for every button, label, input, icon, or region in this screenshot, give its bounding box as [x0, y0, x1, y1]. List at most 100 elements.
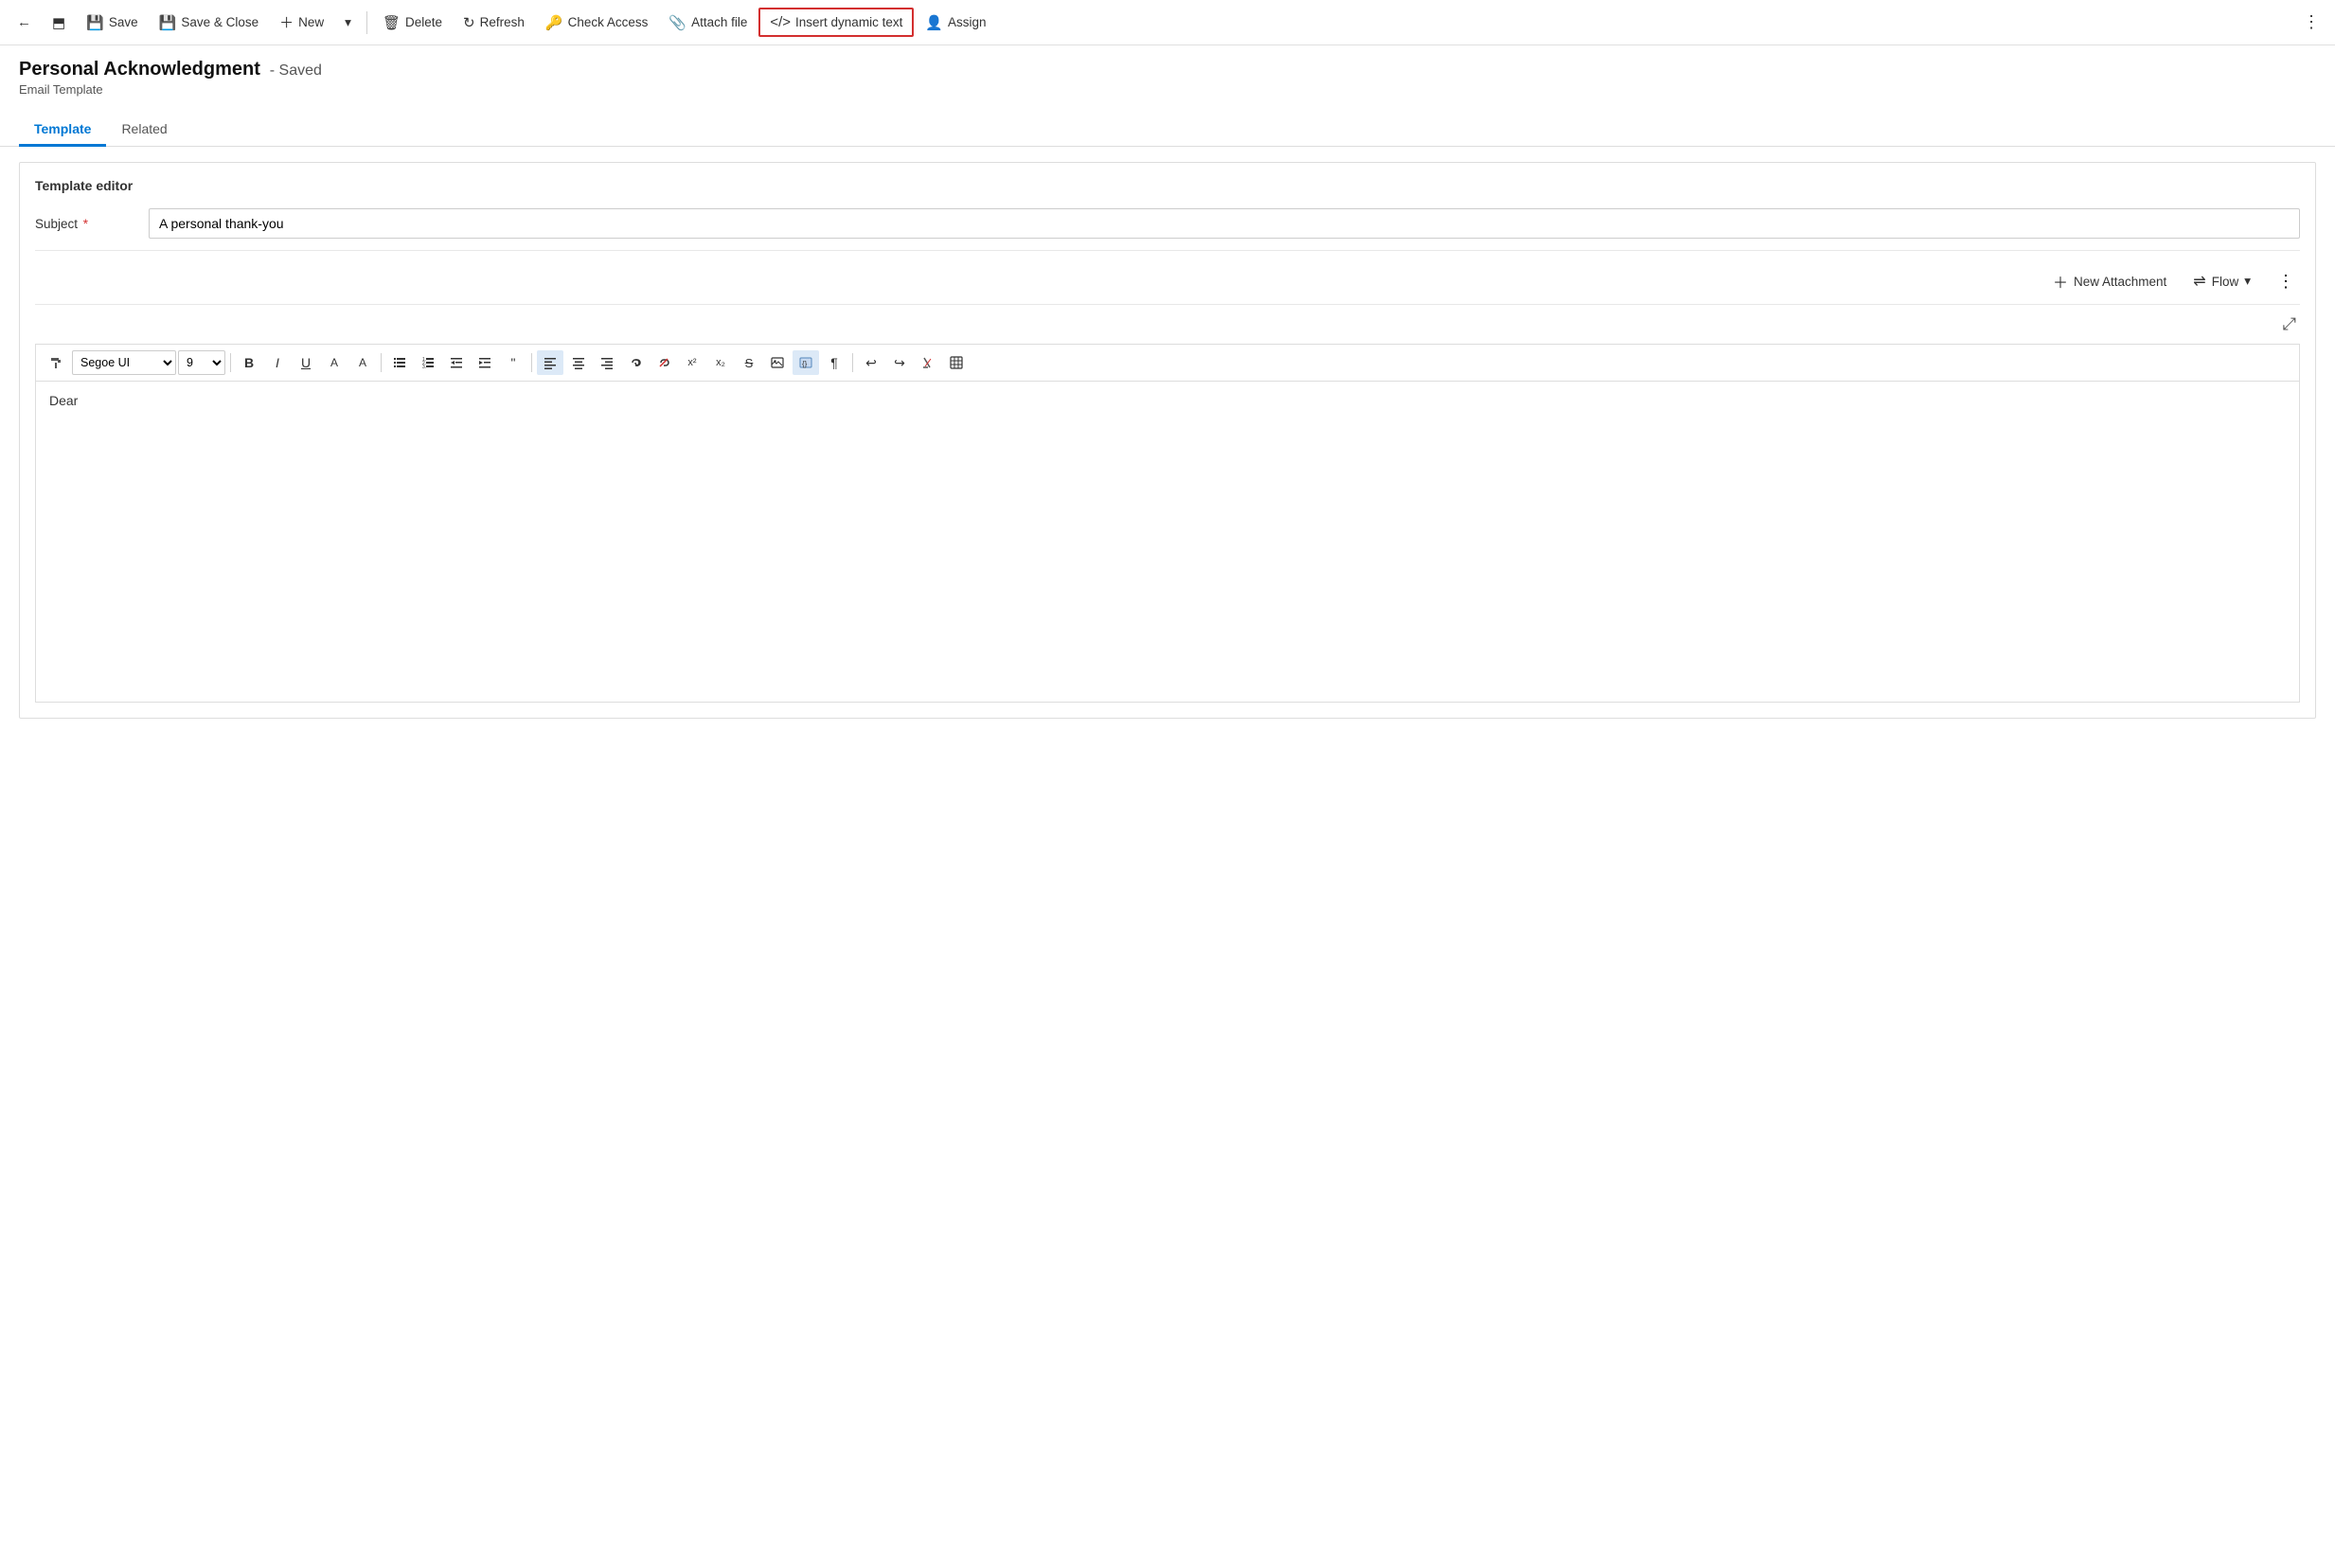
assign-icon: 👤 — [925, 14, 943, 31]
rte-bold-button[interactable]: B — [236, 350, 262, 375]
new-dropdown-button[interactable]: ▾ — [335, 10, 361, 35]
rte-insert-link-button[interactable] — [622, 350, 649, 375]
subject-row: Subject * — [35, 208, 2300, 239]
editor-text: Dear — [49, 393, 78, 408]
new-label: New — [298, 15, 324, 29]
save-close-button[interactable]: 💾 Save & Close — [150, 9, 268, 36]
tab-template[interactable]: Template — [19, 114, 106, 147]
rte-paragraph-marks-button[interactable]: ¶ — [821, 350, 847, 375]
delete-button[interactable]: 🗑 Delete — [373, 9, 452, 36]
attach-file-button[interactable]: 📎 Attach file — [659, 9, 757, 36]
save-button[interactable]: 💾 Save — [77, 9, 147, 36]
editor-card: Template editor Subject * ＋ New Attachme… — [19, 162, 2316, 719]
new-button[interactable]: ＋ New — [270, 8, 333, 37]
flow-label: Flow — [2212, 275, 2239, 289]
expand-button[interactable]: ⤢ — [2279, 311, 2300, 338]
assign-button[interactable]: 👤 Assign — [916, 9, 995, 36]
page-title-row: Personal Acknowledgment - Saved — [19, 59, 2316, 80]
rte-underline-button[interactable]: U — [293, 350, 319, 375]
flow-chevron-icon: ▾ — [2244, 274, 2251, 289]
page-title: Personal Acknowledgment — [19, 59, 260, 80]
content-area: Template editor Subject * ＋ New Attachme… — [0, 147, 2335, 734]
font-family-select[interactable]: Segoe UI — [72, 350, 176, 375]
save-icon: 💾 — [86, 14, 104, 31]
subject-input[interactable] — [149, 208, 2300, 239]
rte-content-area[interactable]: Dear — [35, 381, 2300, 703]
rte-italic-button[interactable]: I — [264, 350, 291, 375]
toolbar-more-button[interactable]: ⋮ — [2295, 8, 2327, 37]
rte-strikethrough-button[interactable]: S — [736, 350, 762, 375]
tab-related[interactable]: Related — [106, 114, 182, 147]
rte-field-button[interactable]: {} — [793, 350, 819, 375]
new-attachment-label: New Attachment — [2074, 275, 2166, 289]
rte-numbering-button[interactable]: 1.2.3. — [415, 350, 441, 375]
rte-subscript-button[interactable]: x₂ — [707, 350, 734, 375]
rte-highlight-button[interactable]: A — [321, 350, 348, 375]
rte-toolbar: Segoe UI 9 B I U A A 1.2.3. — [35, 344, 2300, 381]
rte-undo-button[interactable]: ↩ — [858, 350, 884, 375]
editor-title: Template editor — [35, 178, 2300, 193]
flow-icon: ⇌ — [2193, 272, 2205, 291]
insert-dynamic-text-button[interactable]: </> Insert dynamic text — [758, 8, 914, 37]
share-button[interactable]: ⬒ — [43, 9, 75, 36]
refresh-button[interactable]: ↻ Refresh — [454, 9, 534, 36]
rte-divider-1 — [230, 353, 231, 372]
save-label: Save — [109, 15, 138, 29]
rte-redo-button[interactable]: ↪ — [886, 350, 913, 375]
insert-dynamic-text-label: Insert dynamic text — [795, 15, 902, 29]
rte-remove-link-button[interactable] — [651, 350, 677, 375]
delete-icon: 🗑 — [383, 14, 401, 31]
save-close-label: Save & Close — [181, 15, 258, 29]
rte-insert-image-button[interactable] — [764, 350, 791, 375]
rte-superscript-button[interactable]: x² — [679, 350, 705, 375]
main-toolbar: ← ⬒ 💾 Save 💾 Save & Close ＋ New ▾ 🗑 Dele… — [0, 0, 2335, 45]
attachment-bar: ＋ New Attachment ⇌ Flow ▾ ⋮ — [35, 258, 2300, 305]
flow-button[interactable]: ⇌ Flow ▾ — [2187, 268, 2256, 294]
attach-file-label: Attach file — [691, 15, 747, 29]
check-access-label: Check Access — [568, 15, 649, 29]
subject-label: Subject * — [35, 217, 149, 231]
rte-divider-4 — [852, 353, 853, 372]
insert-dynamic-text-icon: </> — [770, 14, 791, 30]
editor-more-button[interactable]: ⋮ — [2272, 268, 2300, 295]
share-icon: ⬒ — [52, 14, 65, 31]
rte-align-center-button[interactable] — [565, 350, 592, 375]
rte-blockquote-button[interactable]: " — [500, 350, 526, 375]
check-access-button[interactable]: 🔑 Check Access — [536, 9, 657, 36]
chevron-down-icon: ▾ — [345, 15, 351, 30]
rte-decrease-indent-button[interactable] — [443, 350, 470, 375]
svg-text:3.: 3. — [422, 365, 426, 369]
rte-divider-3 — [531, 353, 532, 372]
save-close-icon: 💾 — [159, 14, 177, 31]
rte-align-left-button[interactable] — [537, 350, 563, 375]
expand-area: ⤢ — [35, 305, 2300, 344]
rte-divider-2 — [381, 353, 382, 372]
tabs-bar: Template Related — [0, 104, 2335, 147]
rte-bullets-button[interactable] — [386, 350, 413, 375]
back-icon: ← — [17, 14, 31, 30]
rte-align-right-button[interactable] — [594, 350, 620, 375]
new-icon: ＋ — [279, 12, 294, 32]
refresh-icon: ↻ — [463, 14, 475, 31]
assign-label: Assign — [948, 15, 987, 29]
rte-table-button[interactable] — [943, 350, 970, 375]
check-access-icon: 🔑 — [545, 14, 563, 31]
refresh-label: Refresh — [480, 15, 525, 29]
saved-status: - Saved — [270, 62, 322, 79]
page-header: Personal Acknowledgment - Saved Email Te… — [0, 45, 2335, 97]
rte-font-color-button[interactable]: A — [349, 350, 376, 375]
rte-clear-format-button[interactable] — [915, 350, 941, 375]
attach-file-icon: 📎 — [668, 14, 686, 31]
new-attachment-button[interactable]: ＋ New Attachment — [2047, 266, 2172, 296]
page-subtitle: Email Template — [19, 82, 2316, 97]
plus-icon: ＋ — [2053, 270, 2068, 293]
toolbar-divider-1 — [366, 11, 367, 34]
svg-text:{}: {} — [802, 360, 808, 368]
rte-increase-indent-button[interactable] — [472, 350, 498, 375]
rte-format-brush[interactable] — [44, 350, 70, 375]
delete-label: Delete — [405, 15, 442, 29]
font-size-select[interactable]: 9 — [178, 350, 225, 375]
divider-1 — [35, 250, 2300, 251]
back-button[interactable]: ← — [8, 9, 41, 35]
required-indicator: * — [83, 217, 88, 231]
